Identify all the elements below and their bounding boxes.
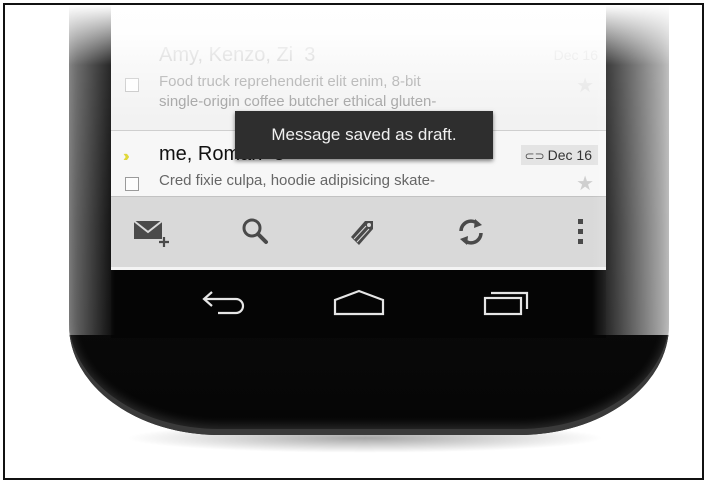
action-bar [111, 196, 606, 267]
search-icon[interactable] [236, 215, 276, 249]
attachment-icon: ⊂⊃ [524, 149, 545, 163]
star-icon[interactable]: ★ [576, 171, 594, 196]
conversation-sender: Amy, Kenzo, Zi 3 [159, 44, 316, 66]
home-icon[interactable] [329, 288, 389, 318]
toast-message: Message saved as draft. [235, 111, 493, 159]
conversation-date: ⊂⊃ Dec 16 [520, 145, 598, 165]
select-checkbox[interactable] [125, 177, 139, 191]
importance-marker-icon: ›› [123, 148, 129, 165]
back-icon[interactable] [196, 288, 256, 318]
conversation-date: Dec 16 [553, 47, 598, 63]
image-frame: Amy, Kenzo, Zi 3 Dec 16 Food truck repre… [3, 3, 704, 480]
overflow-menu-icon[interactable] [561, 215, 601, 249]
conversation-snippet: Food truck reprehenderit elit enim, 8-bi… [159, 73, 437, 110]
star-icon[interactable]: ★ [576, 73, 594, 98]
refresh-icon[interactable] [451, 215, 491, 249]
navigation-bar [111, 270, 606, 338]
recent-apps-icon[interactable] [479, 288, 539, 318]
label-icon[interactable] [341, 215, 381, 249]
conversation-snippet: Cred fixie culpa, hoodie adipisicing ska… [159, 172, 435, 189]
select-checkbox[interactable] [125, 78, 139, 92]
compose-icon[interactable] [131, 215, 171, 249]
gmail-screen: Amy, Kenzo, Zi 3 Dec 16 Food truck repre… [111, 5, 606, 270]
